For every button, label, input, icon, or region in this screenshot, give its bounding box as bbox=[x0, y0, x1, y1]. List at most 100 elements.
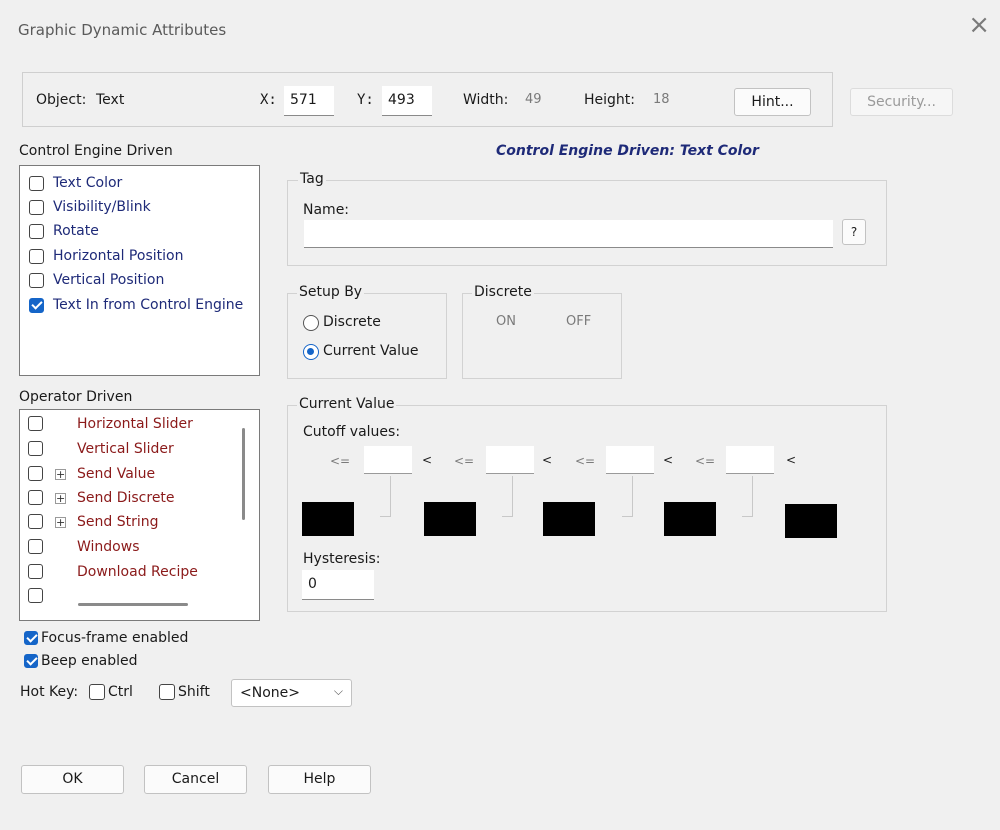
color-swatch-1[interactable] bbox=[302, 502, 354, 536]
connector-line bbox=[752, 476, 753, 516]
lt-symbol-2: < bbox=[542, 453, 553, 467]
color-swatch-2[interactable] bbox=[424, 502, 476, 536]
send-discrete-checkbox[interactable] bbox=[28, 490, 43, 505]
tag-name-input[interactable] bbox=[304, 220, 833, 248]
cutoff-input-3[interactable] bbox=[606, 446, 654, 474]
tag-name-label: Name: bbox=[303, 202, 350, 218]
connector-line bbox=[512, 476, 513, 516]
list-item-send-discrete[interactable]: + Send Discrete bbox=[28, 489, 233, 511]
expand-icon[interactable]: + bbox=[55, 517, 66, 528]
hot-key-label: Hot Key: bbox=[20, 684, 79, 700]
object-label: Object: bbox=[36, 92, 87, 108]
partial-row-checkbox[interactable] bbox=[28, 588, 43, 603]
help-button[interactable]: Help bbox=[268, 765, 371, 794]
security-button[interactable]: Security... bbox=[850, 88, 953, 116]
cancel-button[interactable]: Cancel bbox=[144, 765, 247, 794]
height-label: Height: bbox=[584, 92, 635, 108]
lt-symbol-3: < bbox=[663, 453, 674, 467]
shift-checkbox[interactable] bbox=[159, 684, 175, 700]
lte-symbol-4: <= bbox=[695, 454, 716, 468]
expand-icon[interactable]: + bbox=[55, 493, 66, 504]
hysteresis-input[interactable]: 0 bbox=[302, 570, 374, 600]
lt-symbol-4: < bbox=[786, 453, 797, 467]
control-engine-list: Text Color Visibility/Blink Rotate Horiz… bbox=[19, 165, 260, 376]
vertical-position-checkbox[interactable] bbox=[29, 273, 44, 288]
ctrl-option[interactable]: Ctrl bbox=[89, 682, 149, 704]
cutoff-input-4[interactable] bbox=[726, 446, 774, 474]
tag-group-title: Tag bbox=[298, 171, 326, 187]
list-item-horizontal-position[interactable]: Horizontal Position bbox=[29, 247, 257, 269]
height-value: 18 bbox=[653, 92, 670, 107]
list-item-visibility-blink[interactable]: Visibility/Blink bbox=[29, 198, 257, 220]
close-icon[interactable]: × bbox=[968, 12, 990, 38]
text-in-checkbox[interactable] bbox=[29, 298, 44, 313]
cutoff-input-2[interactable] bbox=[486, 446, 534, 474]
beep-checkbox[interactable] bbox=[24, 654, 38, 668]
list-item-text-in-from-control-engine[interactable]: Text In from Control Engine bbox=[29, 296, 257, 318]
connector-line bbox=[390, 476, 391, 516]
connector-line bbox=[632, 476, 633, 516]
object-value: Text bbox=[96, 92, 125, 108]
setup-by-title: Setup By bbox=[297, 284, 365, 300]
text-color-checkbox[interactable] bbox=[29, 176, 44, 191]
beep-option[interactable]: Beep enabled bbox=[24, 652, 204, 672]
discrete-group bbox=[462, 293, 622, 379]
list-item-text-color[interactable]: Text Color bbox=[29, 174, 257, 196]
cutoff-values-label: Cutoff values: bbox=[303, 424, 401, 440]
focus-frame-checkbox[interactable] bbox=[24, 631, 38, 645]
lt-symbol-1: < bbox=[422, 453, 433, 467]
list-item-send-value[interactable]: + Send Value bbox=[28, 465, 233, 487]
color-swatch-3[interactable] bbox=[543, 502, 595, 536]
visibility-blink-checkbox[interactable] bbox=[29, 200, 44, 215]
cutoff-input-1[interactable] bbox=[364, 446, 412, 474]
hint-button[interactable]: Hint... bbox=[734, 88, 811, 116]
horizontal-position-checkbox[interactable] bbox=[29, 249, 44, 264]
list-item-horizontal-slider[interactable]: Horizontal Slider bbox=[28, 415, 233, 437]
current-value-title: Current Value bbox=[297, 396, 397, 412]
hot-key-select[interactable]: <None> ⌵ bbox=[231, 679, 352, 707]
vertical-scrollbar-thumb[interactable] bbox=[242, 428, 245, 520]
rotate-checkbox[interactable] bbox=[29, 224, 44, 239]
tag-help-button[interactable]: ? bbox=[842, 219, 866, 245]
x-field[interactable]: 571 bbox=[284, 86, 334, 116]
discrete-radio[interactable] bbox=[303, 315, 319, 331]
list-item-send-string[interactable]: + Send String bbox=[28, 513, 233, 535]
list-item-vertical-slider[interactable]: Vertical Slider bbox=[28, 440, 233, 462]
color-swatch-4[interactable] bbox=[664, 502, 716, 536]
operator-driven-list: Horizontal Slider Vertical Slider + Send… bbox=[19, 409, 260, 621]
discrete-radio-option[interactable]: Discrete bbox=[303, 313, 433, 335]
vertical-slider-checkbox[interactable] bbox=[28, 441, 43, 456]
lte-symbol-2: <= bbox=[454, 454, 475, 468]
expand-icon[interactable]: + bbox=[55, 469, 66, 480]
y-field[interactable]: 493 bbox=[382, 86, 432, 116]
x-label: X: bbox=[260, 92, 277, 108]
graphic-dynamic-attributes-dialog: Graphic Dynamic Attributes × Object: Tex… bbox=[0, 0, 1000, 830]
discrete-off-label: OFF bbox=[566, 314, 592, 329]
send-value-checkbox[interactable] bbox=[28, 466, 43, 481]
list-item-download-recipe[interactable]: Download Recipe bbox=[28, 563, 233, 585]
connector-line bbox=[502, 516, 513, 517]
connector-line bbox=[622, 516, 633, 517]
color-swatch-5[interactable] bbox=[785, 504, 837, 538]
title-bar: Graphic Dynamic Attributes × bbox=[0, 0, 1000, 62]
list-item-rotate[interactable]: Rotate bbox=[29, 222, 257, 244]
discrete-group-title: Discrete bbox=[472, 284, 534, 300]
ok-button[interactable]: OK bbox=[21, 765, 124, 794]
horizontal-scrollbar-thumb[interactable] bbox=[78, 603, 188, 606]
list-item-vertical-position[interactable]: Vertical Position bbox=[29, 271, 257, 293]
focus-frame-option[interactable]: Focus-frame enabled bbox=[24, 629, 204, 649]
send-string-checkbox[interactable] bbox=[28, 514, 43, 529]
window-title: Graphic Dynamic Attributes bbox=[18, 21, 227, 39]
panel-heading: Control Engine Driven: Text Color bbox=[496, 143, 759, 159]
shift-option[interactable]: Shift bbox=[159, 682, 224, 704]
current-value-radio[interactable] bbox=[303, 344, 319, 360]
control-engine-heading: Control Engine Driven bbox=[19, 143, 173, 159]
hysteresis-label: Hysteresis: bbox=[303, 551, 381, 567]
chevron-down-icon: ⌵ bbox=[333, 684, 343, 698]
ctrl-checkbox[interactable] bbox=[89, 684, 105, 700]
horizontal-slider-checkbox[interactable] bbox=[28, 416, 43, 431]
list-item-windows[interactable]: Windows bbox=[28, 538, 233, 560]
windows-checkbox[interactable] bbox=[28, 539, 43, 554]
current-value-radio-option[interactable]: Current Value bbox=[303, 342, 443, 364]
download-recipe-checkbox[interactable] bbox=[28, 564, 43, 579]
